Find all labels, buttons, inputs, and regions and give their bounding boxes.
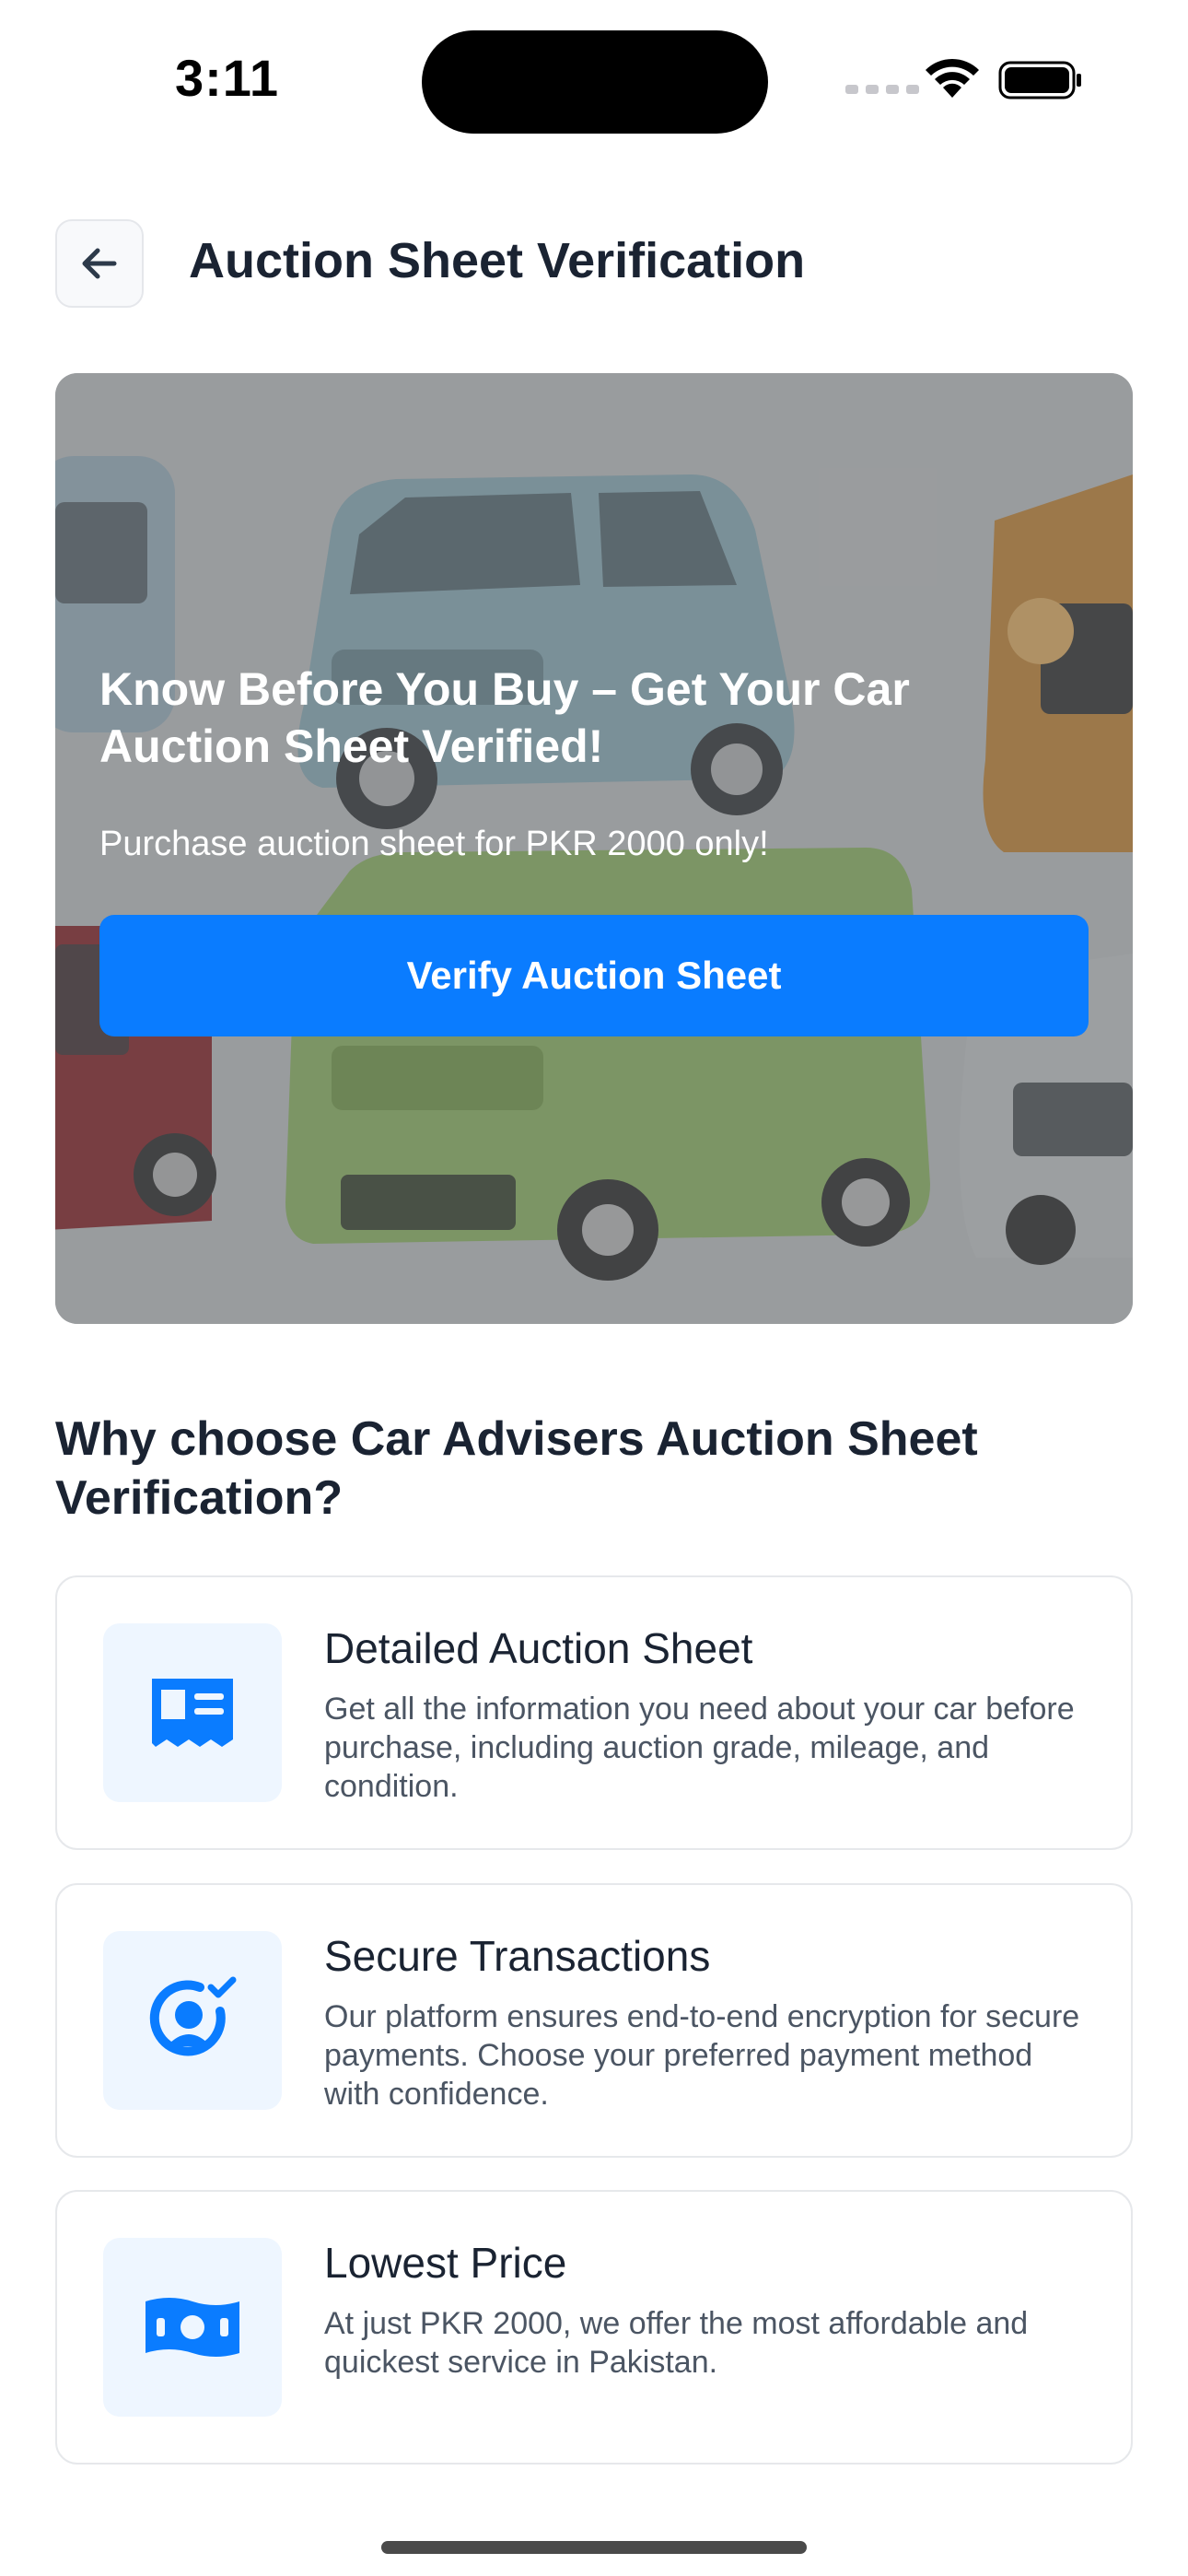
wifi-icon [926,58,979,98]
page-title: Auction Sheet Verification [189,233,806,288]
battery-icon [998,61,1081,100]
feature-icon-container [103,1623,282,1802]
feature-title: Detailed Auction Sheet [324,1624,753,1672]
section-title: Why choose Car Advisers Auction Sheet Ve… [55,1412,978,1525]
feature-card-secure-transactions: Secure Transactions Our platform ensures… [55,1883,1133,2158]
banknote-icon [146,2298,239,2357]
secure-user-icon [149,1976,237,2056]
home-indicator[interactable] [381,2541,807,2554]
document-icon [152,1679,233,1747]
feature-description: Our platform ensures end-to-end encrypti… [324,1999,1080,2112]
feature-card-lowest-price: Lowest Price At just PKR 2000, we offer … [55,2190,1133,2465]
feature-title: Secure Transactions [324,1932,711,1980]
arrow-left-icon [82,248,117,279]
cellular-signal-icon [845,85,919,94]
hero-headline: Know Before You Buy – Get Your Car Aucti… [99,663,910,772]
status-bar: 3:11 [0,0,1188,147]
hero-banner: Know Before You Buy – Get Your Car Aucti… [55,373,1133,1324]
feature-icon-container [103,1931,282,2110]
hero-subtext: Purchase auction sheet for PKR 2000 only… [99,825,769,863]
feature-title: Lowest Price [324,2239,567,2287]
status-time: 3:11 [175,49,279,107]
dynamic-island [422,30,768,134]
feature-description: At just PKR 2000, we offer the most affo… [324,2306,1029,2380]
feature-description: Get all the information you need about y… [324,1692,1075,1804]
feature-icon-container [103,2238,282,2417]
back-button[interactable] [55,219,144,308]
feature-card-detailed-auction-sheet: Detailed Auction Sheet Get all the infor… [55,1575,1133,1850]
verify-auction-sheet-button[interactable]: Verify Auction Sheet [99,915,1089,1036]
